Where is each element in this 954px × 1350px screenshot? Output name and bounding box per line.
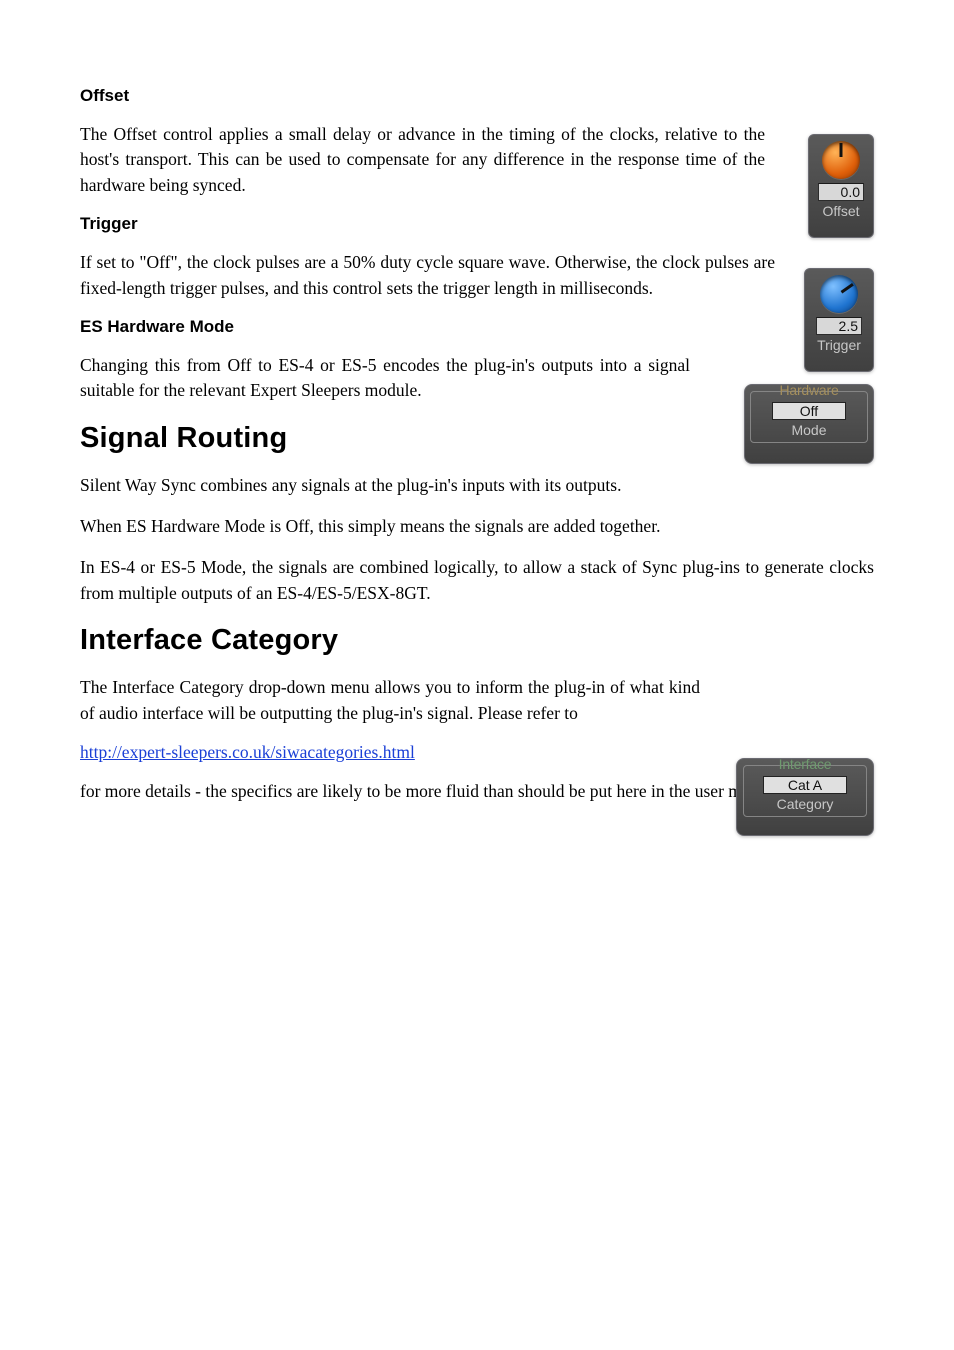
para-sr-1: Silent Way Sync combines any signals at …: [80, 473, 874, 498]
para-trigger: If set to "Off", the clock pulses are a …: [80, 250, 775, 301]
para-es-hw: Changing this from Off to ES-4 or ES-5 e…: [80, 353, 690, 404]
para-sr-3: In ES-4 or ES-5 Mode, the signals are co…: [80, 555, 874, 606]
trigger-value: 2.5: [816, 317, 862, 335]
heading-es-hw: ES Hardware Mode: [80, 317, 874, 337]
para-sr-2: When ES Hardware Mode is Off, this simpl…: [80, 514, 874, 539]
hardware-legend: Hardware: [757, 382, 861, 398]
link-siwacategories[interactable]: http://expert-sleepers.co.uk/siwacategor…: [80, 742, 415, 762]
interface-legend: Interface: [752, 756, 858, 772]
para-ic-1: The Interface Category drop-down menu al…: [80, 675, 700, 726]
offset-knob-icon: [822, 141, 860, 179]
hardware-mode-widget: Hardware Off Mode: [744, 384, 874, 464]
hardware-mode-value: Off: [772, 402, 846, 420]
interface-category-widget: Interface Cat A Category: [736, 758, 874, 836]
hardware-mode-label: Mode: [751, 422, 867, 442]
offset-value: 0.0: [818, 183, 864, 201]
trigger-knob-icon: [820, 275, 858, 313]
trigger-knob-widget: 2.5 Trigger: [804, 268, 874, 372]
trigger-label: Trigger: [805, 337, 873, 357]
heading-interface-category: Interface Category: [80, 624, 874, 657]
interface-category-label: Category: [744, 796, 866, 816]
offset-knob-widget: 0.0 Offset: [808, 134, 874, 238]
heading-trigger: Trigger: [80, 214, 874, 234]
para-offset: The Offset control applies a small delay…: [80, 122, 765, 198]
offset-label: Offset: [809, 203, 873, 223]
heading-offset: Offset: [80, 86, 874, 106]
interface-category-value: Cat A: [763, 776, 847, 794]
